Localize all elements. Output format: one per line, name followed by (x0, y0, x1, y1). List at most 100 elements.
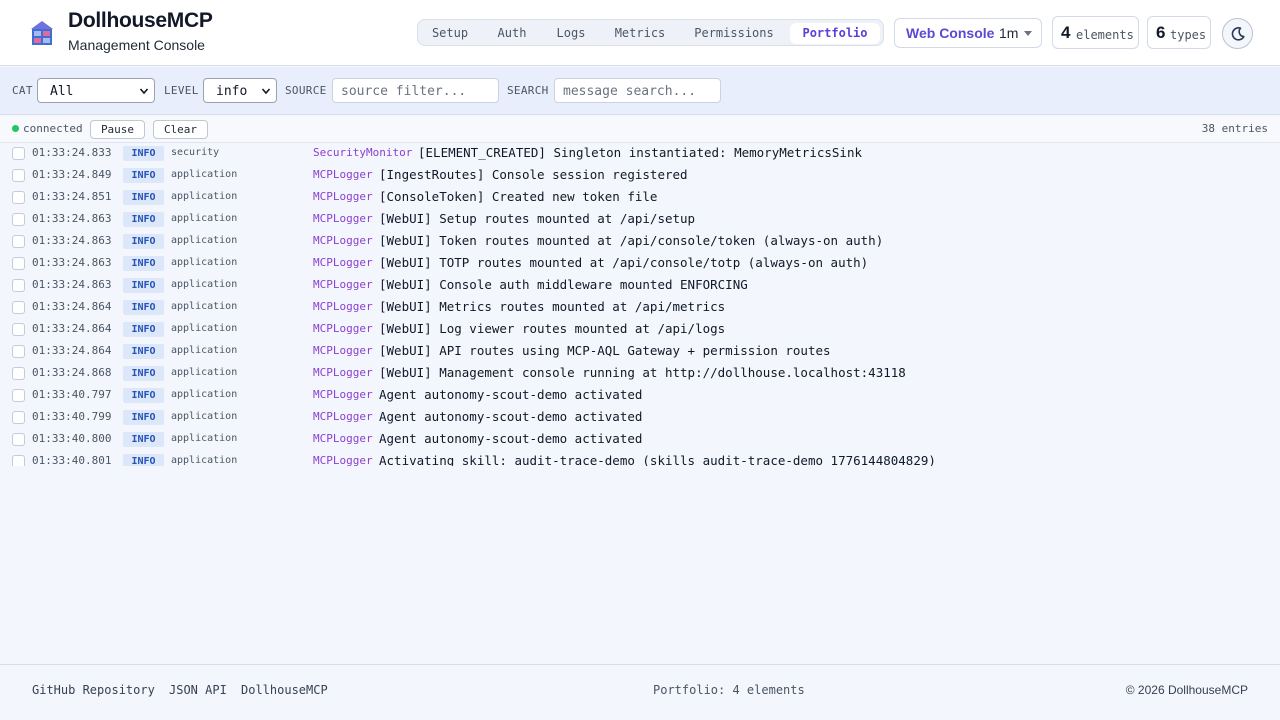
log-category: application (171, 235, 238, 246)
log-message: [WebUI] Console auth middleware mounted … (379, 277, 748, 292)
log-source: MCPLogger (313, 432, 373, 445)
connection-status-dot (12, 125, 19, 132)
cat-filter-label: CAT (12, 84, 33, 97)
dollhousemcp-link[interactable]: DollhouseMCP (241, 683, 328, 697)
github-link[interactable]: GitHub Repository (32, 683, 155, 697)
log-row: 01:33:24.864 INFO application MCPLogger [Web… (0, 318, 1280, 340)
log-source: MCPLogger (313, 322, 373, 335)
theme-toggle-button[interactable] (1222, 18, 1253, 49)
log-row: 01:33:40.800 INFO application MCPLogger Agen… (0, 428, 1280, 450)
log-category: application (171, 433, 238, 444)
log-source: MCPLogger (313, 212, 373, 225)
json-api-link[interactable]: JSON API (169, 683, 227, 697)
dollhouse-icon (31, 21, 53, 45)
log-row: 01:33:24.863 INFO application MCPLogger [Web… (0, 274, 1280, 296)
row-checkbox[interactable] (12, 323, 25, 336)
cat-filter-select[interactable]: All (37, 78, 155, 103)
tab-logs[interactable]: Logs (546, 23, 596, 44)
log-category: application (171, 257, 238, 268)
row-checkbox[interactable] (12, 345, 25, 358)
level-filter-select[interactable]: info (203, 78, 277, 103)
tab-portfolio[interactable]: Portfolio (790, 23, 880, 44)
log-source: MCPLogger (313, 256, 373, 269)
cat-filter-value: All (50, 84, 74, 99)
source-filter-placeholder: source filter... (341, 84, 467, 99)
row-checkbox[interactable] (12, 455, 25, 466)
main-tabs: Setup Auth Logs Metrics Permissions Port… (417, 19, 884, 46)
log-timestamp: 01:33:24.863 (32, 256, 112, 269)
level-filter-label: LEVEL (164, 84, 199, 97)
copyright: © 2026 DollhouseMCP (1125, 683, 1248, 697)
row-checkbox[interactable] (12, 147, 25, 160)
log-row: 01:33:40.797 INFO application MCPLogger Agen… (0, 384, 1280, 406)
search-input[interactable]: message search... (554, 78, 721, 103)
log-message: [WebUI] Log viewer routes mounted at /ap… (379, 321, 726, 336)
log-source: MCPLogger (313, 344, 373, 357)
log-message: [ELEMENT_CREATED] Singleton instantiated… (418, 145, 863, 160)
row-checkbox[interactable] (12, 213, 25, 226)
log-level-badge: INFO (123, 322, 164, 337)
row-checkbox[interactable] (12, 301, 25, 314)
log-row: 01:33:24.863 INFO application MCPLogger [Web… (0, 252, 1280, 274)
log-category: application (171, 411, 238, 422)
log-timestamp: 01:33:40.800 (32, 432, 112, 445)
elements-count: 4 (1061, 23, 1071, 42)
log-category: application (171, 169, 238, 180)
log-level-badge: INFO (123, 410, 164, 425)
pause-button[interactable]: Pause (90, 120, 145, 139)
log-filters: CAT All LEVEL info SOURCE source filter.… (0, 67, 1280, 115)
row-checkbox[interactable] (12, 279, 25, 292)
log-source: MCPLogger (313, 168, 373, 181)
log-message: [WebUI] Setup routes mounted at /api/set… (379, 211, 696, 226)
log-message: [IngestRoutes] Console session registere… (379, 167, 688, 182)
clear-button[interactable]: Clear (153, 120, 208, 139)
log-timestamp: 01:33:24.863 (32, 278, 112, 291)
log-source: MCPLogger (313, 410, 373, 423)
log-source: MCPLogger (313, 366, 373, 379)
log-source: MCPLogger (313, 190, 373, 203)
log-row: 01:33:40.801 INFO application MCPLogger Acti… (0, 450, 1280, 466)
row-checkbox[interactable] (12, 367, 25, 380)
elements-label: elements (1076, 28, 1134, 42)
log-level-badge: INFO (123, 388, 164, 403)
app-title: DollhouseMCP (68, 9, 213, 32)
level-filter-value: info (216, 84, 248, 99)
log-category: application (171, 213, 238, 224)
log-source: MCPLogger (313, 234, 373, 247)
log-level-badge: INFO (123, 190, 164, 205)
log-timestamp: 01:33:40.799 (32, 410, 112, 423)
row-checkbox[interactable] (12, 169, 25, 182)
log-timestamp: 01:33:40.801 (32, 454, 112, 466)
log-level-badge: INFO (123, 234, 164, 249)
entries-count: 38 entries (1201, 122, 1268, 135)
source-filter-input[interactable]: source filter... (332, 78, 499, 103)
tab-auth[interactable]: Auth (486, 23, 538, 44)
row-checkbox[interactable] (12, 235, 25, 248)
row-checkbox[interactable] (12, 411, 25, 424)
moon-icon (1231, 27, 1245, 41)
log-level-badge: INFO (123, 146, 164, 161)
tab-setup[interactable]: Setup (426, 23, 474, 44)
row-checkbox[interactable] (12, 257, 25, 270)
log-row: 01:33:24.851 INFO application MCPLogger [Con… (0, 186, 1280, 208)
portfolio-summary: Portfolio: 4 elements (653, 683, 805, 697)
log-row: 01:33:24.863 INFO application MCPLogger [Web… (0, 208, 1280, 230)
row-checkbox[interactable] (12, 433, 25, 446)
chevron-down-icon (139, 88, 149, 95)
log-timestamp: 01:33:24.849 (32, 168, 112, 181)
search-filter-label: SEARCH (507, 84, 549, 97)
app-subtitle: Management Console (68, 37, 205, 53)
log-timestamp: 01:33:24.863 (32, 234, 112, 247)
log-message: [WebUI] TOTP routes mounted at /api/cons… (379, 255, 869, 270)
row-checkbox[interactable] (12, 191, 25, 204)
types-label: types (1170, 28, 1207, 42)
log-category: application (171, 367, 238, 378)
log-category: application (171, 279, 238, 290)
row-checkbox[interactable] (12, 389, 25, 402)
tab-permissions[interactable]: Permissions (684, 23, 784, 44)
app-header: DollhouseMCP Management Console Setup Au… (0, 0, 1280, 66)
console-select[interactable]: Web Console 1m (894, 18, 1042, 48)
chevron-down-icon (261, 88, 271, 95)
tab-metrics[interactable]: Metrics (604, 23, 676, 44)
log-category: application (171, 389, 238, 400)
